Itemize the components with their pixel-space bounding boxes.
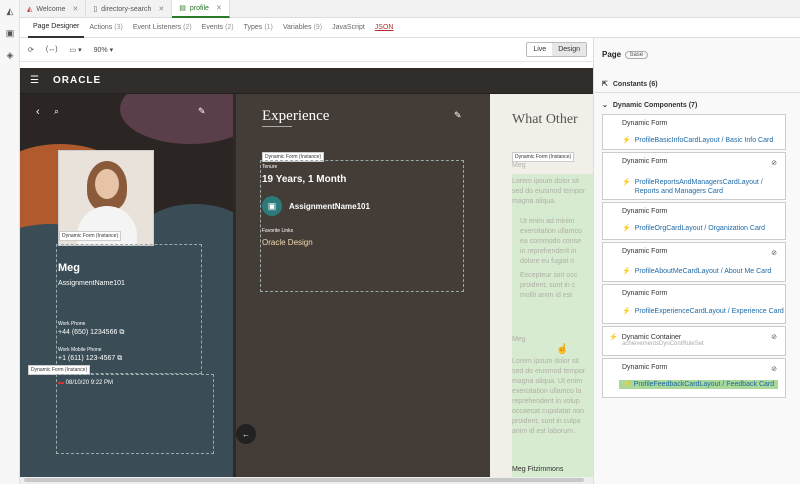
mode-toggle: Live Design xyxy=(526,42,587,57)
subtab-page-designer[interactable]: Page Designer xyxy=(28,18,85,38)
design-canvas[interactable]: ☰ ORACLE ‹ ⌕ ✎ Dynamic Form (Instance) M… xyxy=(20,68,593,477)
live-button[interactable]: Live xyxy=(527,43,552,56)
flag-icon[interactable]: ◈ xyxy=(0,44,20,66)
page-title: Page base xyxy=(602,50,649,59)
hidden-eye-icon[interactable]: ⊘ xyxy=(771,249,777,257)
collapse-icon: ⇱ xyxy=(602,81,608,88)
what-others-title: What Other xyxy=(512,112,578,127)
search-icon[interactable]: ⌕ xyxy=(54,106,59,117)
vb-logo-icon: ◭ xyxy=(27,6,33,13)
activity-bar: ◭ ▣ ◈ xyxy=(0,0,20,484)
basic-info-card[interactable]: ‹ ⌕ ✎ Dynamic Form (Instance) Meg Assign… xyxy=(20,94,233,477)
layout-icon: ⚡ xyxy=(622,308,631,315)
designer-subtabs: Page Designer Actions (3) Event Listeners… xyxy=(20,18,800,38)
page-icon: ▤ xyxy=(179,5,186,12)
subtab-event-listeners[interactable]: Event Listeners (2) xyxy=(128,18,197,38)
design-button[interactable]: Design xyxy=(552,43,586,56)
arrow-left-icon[interactable]: ← xyxy=(236,424,256,444)
dynamic-form-tag: Dynamic Form (Instance) xyxy=(59,231,122,241)
chevron-down-icon: ⌄ xyxy=(602,102,608,109)
layout-icon: ⚡ xyxy=(622,179,631,186)
flag-icon: ▬ xyxy=(58,380,64,386)
layout-icon: ⚡ xyxy=(622,137,631,144)
layout-icon: ⚡ xyxy=(623,381,632,388)
app-header: ☰ ORACLE xyxy=(20,68,593,94)
expression-icon[interactable]: (↔) xyxy=(46,46,58,53)
back-icon[interactable]: ‹ xyxy=(36,106,40,118)
properties-panel: Page base ⇱ Constants (6) ⌄ Dynamic Compone… xyxy=(593,38,800,484)
subtab-events[interactable]: Events (2) xyxy=(197,18,239,38)
device-icon[interactable]: ▭ ▾ xyxy=(70,46,82,54)
file-icon: ▯ xyxy=(93,6,98,13)
mobile-phone-link[interactable]: +1 (611) 123-4567 ⧉ xyxy=(58,355,122,363)
profile-photo: Dynamic Form (Instance) xyxy=(58,150,154,246)
experience-card[interactable]: Experience ✎ Dynamic Form (Instance) Ten… xyxy=(236,94,490,477)
editor-tabs: ◭ Welcome ✕ ▯ directory-search ✕ ▤ profile ✕ xyxy=(20,0,800,18)
dynamic-form-item[interactable]: Dynamic Form ⊘ ⚡ ProfileAboutMeCardLayout… xyxy=(602,242,786,282)
dynamic-form-item[interactable]: Dynamic Form ⊘ ⚡ ProfileFeedbackCardLayo… xyxy=(602,358,786,398)
dynamic-components-section[interactable]: ⌄ Dynamic Components (7) xyxy=(602,101,697,110)
zoom-select[interactable]: 90% ▾ xyxy=(94,46,113,54)
hidden-eye-icon[interactable]: ⊘ xyxy=(771,159,777,167)
layout-icon: ⚡ xyxy=(622,225,631,232)
subtab-json[interactable]: JSON xyxy=(370,18,399,38)
dynamic-form-item[interactable]: Dynamic Form ⚡ ProfileOrgCardLayout / Org… xyxy=(602,202,786,240)
experience-title: Experience xyxy=(262,108,330,124)
copy-icon: ⧉ xyxy=(119,329,125,336)
what-others-card[interactable]: What Other Dynamic Form (Instance) Meg L… xyxy=(490,94,593,477)
selected-item: ⚡ ProfileFeedbackCardLayout / Feedback C… xyxy=(619,380,779,389)
layout-icon: ⚡ xyxy=(609,334,618,341)
dynamic-form-item[interactable]: Dynamic Form ⊘ ⚡ ProfileReportsAndManager… xyxy=(602,152,786,200)
dynamic-container-item[interactable]: ⚡ Dynamic Container ⊘ achievementsDynCont… xyxy=(602,326,786,356)
refresh-icon[interactable]: ⟳ xyxy=(28,46,34,54)
close-icon[interactable]: ✕ xyxy=(158,5,164,13)
profile-name: Meg xyxy=(58,262,80,274)
work-phone-link[interactable]: +44 (650) 1234566 ⧉ xyxy=(58,329,124,337)
assignment-name: AssignmentName101 xyxy=(58,280,125,287)
edit-icon[interactable]: ✎ xyxy=(198,106,206,117)
app-icon[interactable]: ◭ xyxy=(0,0,20,22)
edit-icon[interactable]: ✎ xyxy=(454,110,462,121)
hamburger-icon[interactable]: ☰ xyxy=(30,75,39,86)
briefcase-icon: ▣ xyxy=(262,196,282,216)
hidden-eye-icon[interactable]: ⊘ xyxy=(771,333,777,341)
tab-profile[interactable]: ▤ profile ✕ xyxy=(172,0,230,18)
datetime: ▬ 08/10/20 9:22 PM xyxy=(58,380,114,386)
subtab-types[interactable]: Types (1) xyxy=(239,18,278,38)
close-icon[interactable]: ✕ xyxy=(216,4,222,12)
hidden-eye-icon[interactable]: ⊘ xyxy=(771,365,777,373)
component-icon[interactable]: ▣ xyxy=(0,22,20,44)
tenure-value: 19 Years, 1 Month xyxy=(262,174,347,185)
cursor-icon: ☝ xyxy=(556,344,569,355)
tab-directory-search[interactable]: ▯ directory-search ✕ xyxy=(86,0,173,18)
subtab-actions[interactable]: Actions (3) xyxy=(84,18,128,38)
favorite-link[interactable]: Oracle Design xyxy=(262,238,313,247)
close-icon[interactable]: ✕ xyxy=(72,5,78,13)
subtab-javascript[interactable]: JavaScript xyxy=(327,18,370,38)
designer-toolbar: ⟳ (↔) ▭ ▾ 90% ▾ Live Design xyxy=(20,38,593,62)
oracle-logo: ORACLE xyxy=(52,75,102,86)
subtab-variables[interactable]: Variables (9) xyxy=(278,18,327,38)
dynamic-form-item[interactable]: Dynamic Form ⚡ ProfileBasicInfoCardLayout… xyxy=(602,114,786,150)
horizontal-scrollbar[interactable] xyxy=(20,477,593,484)
copy-icon: ⧉ xyxy=(117,355,123,362)
dynamic-form-tag: Dynamic Form (Instance) xyxy=(512,152,575,162)
tab-welcome[interactable]: ◭ Welcome ✕ xyxy=(20,0,87,18)
dynamic-form-item[interactable]: Dynamic Form ⚡ ProfileExperienceCardLayou… xyxy=(602,284,786,324)
layout-icon: ⚡ xyxy=(622,268,631,275)
constants-section[interactable]: ⇱ Constants (6) xyxy=(602,80,658,89)
base-badge: base xyxy=(625,50,649,59)
